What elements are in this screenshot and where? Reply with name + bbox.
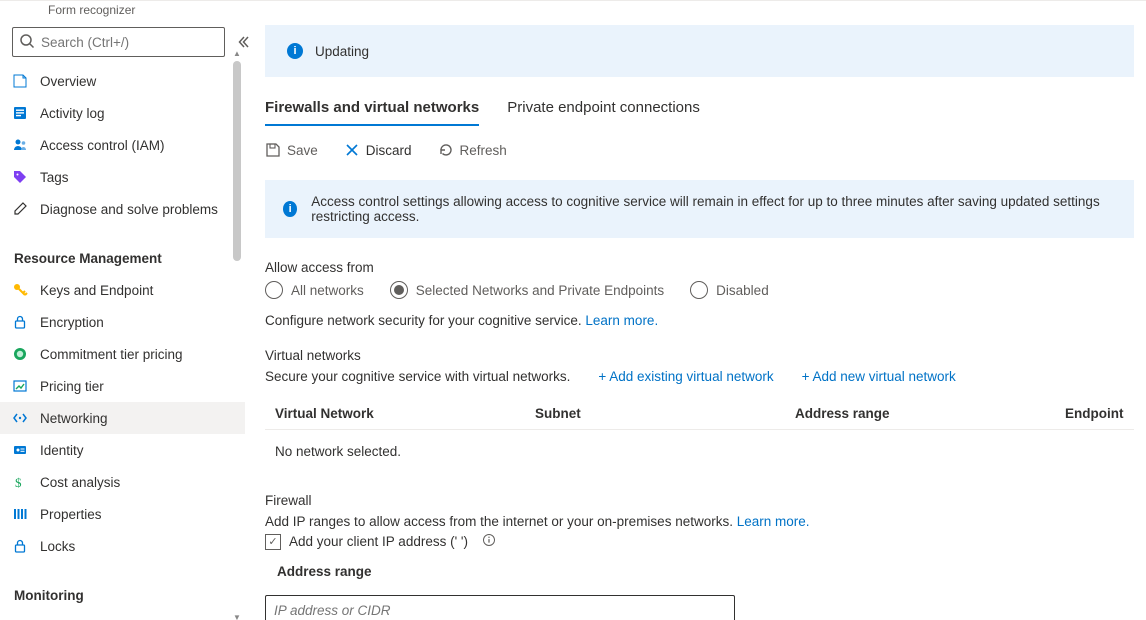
info-outline-icon[interactable] xyxy=(482,533,496,550)
col-address-range: Address range xyxy=(795,406,1065,421)
updating-banner: i Updating xyxy=(265,25,1134,77)
activity-log-icon xyxy=(12,105,28,121)
svg-text:$: $ xyxy=(15,475,22,490)
search-input[interactable] xyxy=(41,35,218,50)
firewall-learn-more-link[interactable]: Learn more. xyxy=(737,514,810,529)
radio-label: Disabled xyxy=(716,283,769,298)
sidebar-item-label: Diagnose and solve problems xyxy=(40,202,218,217)
sidebar-item-pricing[interactable]: Pricing tier xyxy=(0,370,245,402)
properties-icon xyxy=(12,506,28,522)
section-resource-mgmt: Resource Management xyxy=(0,237,245,272)
radio-all-networks[interactable]: All networks xyxy=(265,281,364,299)
firewall-heading: Firewall xyxy=(265,493,1134,508)
sidebar-item-properties[interactable]: Properties xyxy=(0,498,245,530)
learn-more-link[interactable]: Learn more. xyxy=(585,313,658,328)
vnet-subtext: Secure your cognitive service with virtu… xyxy=(265,369,570,384)
address-range-input[interactable] xyxy=(265,595,735,620)
help-sentence: Configure network security for your cogn… xyxy=(265,313,582,328)
cost-icon: $ xyxy=(12,474,28,490)
identity-icon xyxy=(12,442,28,458)
refresh-label: Refresh xyxy=(460,143,507,158)
sidebar-item-label: Cost analysis xyxy=(40,475,120,490)
save-label: Save xyxy=(287,143,318,158)
info-note: i Access control settings allowing acces… xyxy=(265,180,1134,238)
add-new-vnet-link[interactable]: + Add new virtual network xyxy=(802,369,956,384)
radio-label: All networks xyxy=(291,283,364,298)
firewall-sub-sentence: Add IP ranges to allow access from the i… xyxy=(265,514,733,529)
access-control-icon xyxy=(12,137,28,153)
tags-icon xyxy=(12,169,28,185)
discard-button[interactable]: Discard xyxy=(344,142,412,158)
vnet-empty-row: No network selected. xyxy=(265,430,1134,473)
sidebar-item-label: Identity xyxy=(40,443,84,458)
sidebar-item-diagnose[interactable]: Diagnose and solve problems xyxy=(0,193,245,225)
lock-icon xyxy=(12,314,28,330)
sidebar-item-label: Keys and Endpoint xyxy=(40,283,153,298)
info-icon: i xyxy=(287,43,303,59)
info-icon: i xyxy=(283,201,297,217)
allow-access-label: Allow access from xyxy=(265,260,1134,275)
sidebar-item-label: Pricing tier xyxy=(40,379,104,394)
section-monitoring: Monitoring xyxy=(0,574,245,609)
sidebar-item-label: Networking xyxy=(40,411,108,426)
client-ip-checkbox[interactable]: ✓ xyxy=(265,534,281,550)
sidebar-item-encryption[interactable]: Encryption xyxy=(0,306,245,338)
radio-disabled[interactable]: Disabled xyxy=(690,281,769,299)
col-endpoint: Endpoint xyxy=(1065,406,1124,421)
sidebar-item-tags[interactable]: Tags xyxy=(0,161,245,193)
networking-icon xyxy=(12,410,28,426)
sidebar-item-label: Overview xyxy=(40,74,96,89)
sidebar-item-locks[interactable]: Locks xyxy=(0,530,245,562)
sidebar-item-activity-log[interactable]: Activity log xyxy=(0,97,245,129)
sidebar-scrollbar[interactable]: ▲▼ xyxy=(231,61,245,620)
firewall-subtext: Add IP ranges to allow access from the i… xyxy=(265,514,1134,529)
radio-selected-networks[interactable]: Selected Networks and Private Endpoints xyxy=(390,281,664,299)
help-text: Configure network security for your cogn… xyxy=(265,313,1134,328)
col-virtual-network: Virtual Network xyxy=(275,406,535,421)
sidebar-item-identity[interactable]: Identity xyxy=(0,434,245,466)
sidebar-item-label: Tags xyxy=(40,170,69,185)
locks-icon xyxy=(12,538,28,554)
tab-firewalls[interactable]: Firewalls and virtual networks xyxy=(265,99,479,126)
sidebar-item-access-control[interactable]: Access control (IAM) xyxy=(0,129,245,161)
discard-label: Discard xyxy=(366,143,412,158)
diagnose-icon xyxy=(12,201,28,217)
client-ip-label: Add your client IP address (' ') xyxy=(289,534,468,549)
note-text: Access control settings allowing access … xyxy=(311,194,1116,224)
vnet-heading: Virtual networks xyxy=(265,348,1134,363)
add-existing-vnet-link[interactable]: + Add existing virtual network xyxy=(598,369,773,384)
commitment-icon xyxy=(12,346,28,362)
sidebar-item-label: Properties xyxy=(40,507,102,522)
overview-icon xyxy=(12,73,28,89)
vnet-table-header: Virtual Network Subnet Address range End… xyxy=(265,398,1134,430)
sidebar-item-label: Encryption xyxy=(40,315,104,330)
save-button[interactable]: Save xyxy=(265,142,318,158)
sidebar-item-overview[interactable]: Overview xyxy=(0,65,245,97)
col-subnet: Subnet xyxy=(535,406,795,421)
sidebar-item-cost[interactable]: $ Cost analysis xyxy=(0,466,245,498)
sidebar-item-label: Locks xyxy=(40,539,75,554)
search-input-wrap[interactable] xyxy=(12,27,225,57)
sidebar-item-alerts[interactable]: Alerts xyxy=(0,611,245,620)
sidebar-item-label: Commitment tier pricing xyxy=(40,347,183,362)
resource-type: Form recognizer xyxy=(0,1,245,21)
sidebar-item-keys[interactable]: Keys and Endpoint xyxy=(0,274,245,306)
sidebar-item-commitment[interactable]: Commitment tier pricing xyxy=(0,338,245,370)
refresh-button[interactable]: Refresh xyxy=(438,142,507,158)
radio-label: Selected Networks and Private Endpoints xyxy=(416,283,664,298)
sidebar-item-networking[interactable]: Networking xyxy=(0,402,245,434)
key-icon xyxy=(12,282,28,298)
pricing-icon xyxy=(12,378,28,394)
address-range-col: Address range xyxy=(265,564,1134,579)
banner-text: Updating xyxy=(315,44,369,59)
tab-private-endpoints[interactable]: Private endpoint connections xyxy=(507,99,700,126)
sidebar-item-label: Activity log xyxy=(40,106,105,121)
sidebar-item-label: Access control (IAM) xyxy=(40,138,165,153)
search-icon xyxy=(19,33,35,52)
